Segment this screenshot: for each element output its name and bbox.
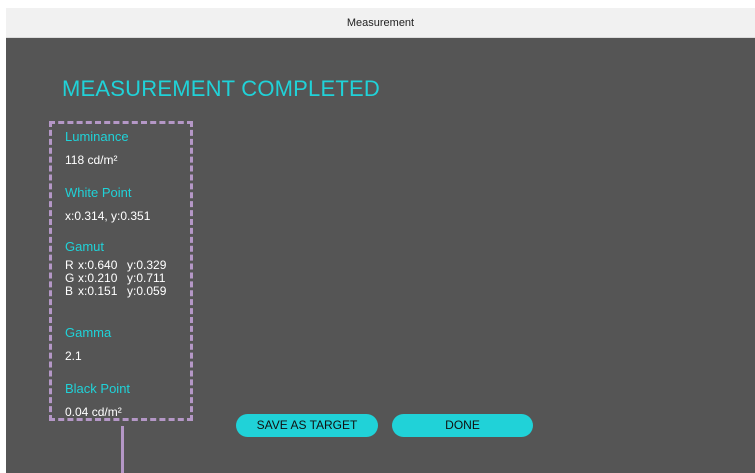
gamma-value: 2.1: [65, 349, 82, 363]
measurement-results-panel: Luminance 118 cd/m² White Point x:0.314,…: [49, 121, 193, 421]
window-titlebar: Measurement: [6, 8, 755, 38]
black-point-label: Black Point: [65, 381, 131, 396]
window-title: Measurement: [346, 17, 415, 29]
gamut-y-value: y:0.059: [127, 284, 167, 298]
black-point-value: 0.04 cd/m²: [65, 405, 122, 419]
done-button[interactable]: DONE: [392, 414, 533, 437]
save-as-target-button[interactable]: SAVE AS TARGET: [236, 414, 378, 437]
measurement-completed-heading: MEASUREMENT COMPLETED: [62, 76, 380, 101]
white-point-label: White Point: [65, 185, 132, 200]
measurement-window: Measurement MEASUREMENT COMPLETED Lumina…: [6, 8, 755, 473]
panel-connector-line: [121, 426, 124, 473]
luminance-label: Luminance: [65, 129, 129, 144]
luminance-value: 118 cd/m²: [65, 153, 118, 167]
gamut-label: Gamut: [65, 239, 105, 254]
gamut-channel: B: [65, 284, 74, 298]
gamut-x-value: x:0.151: [78, 284, 118, 298]
gamma-label: Gamma: [65, 325, 112, 340]
white-point-value: x:0.314, y:0.351: [65, 209, 151, 223]
